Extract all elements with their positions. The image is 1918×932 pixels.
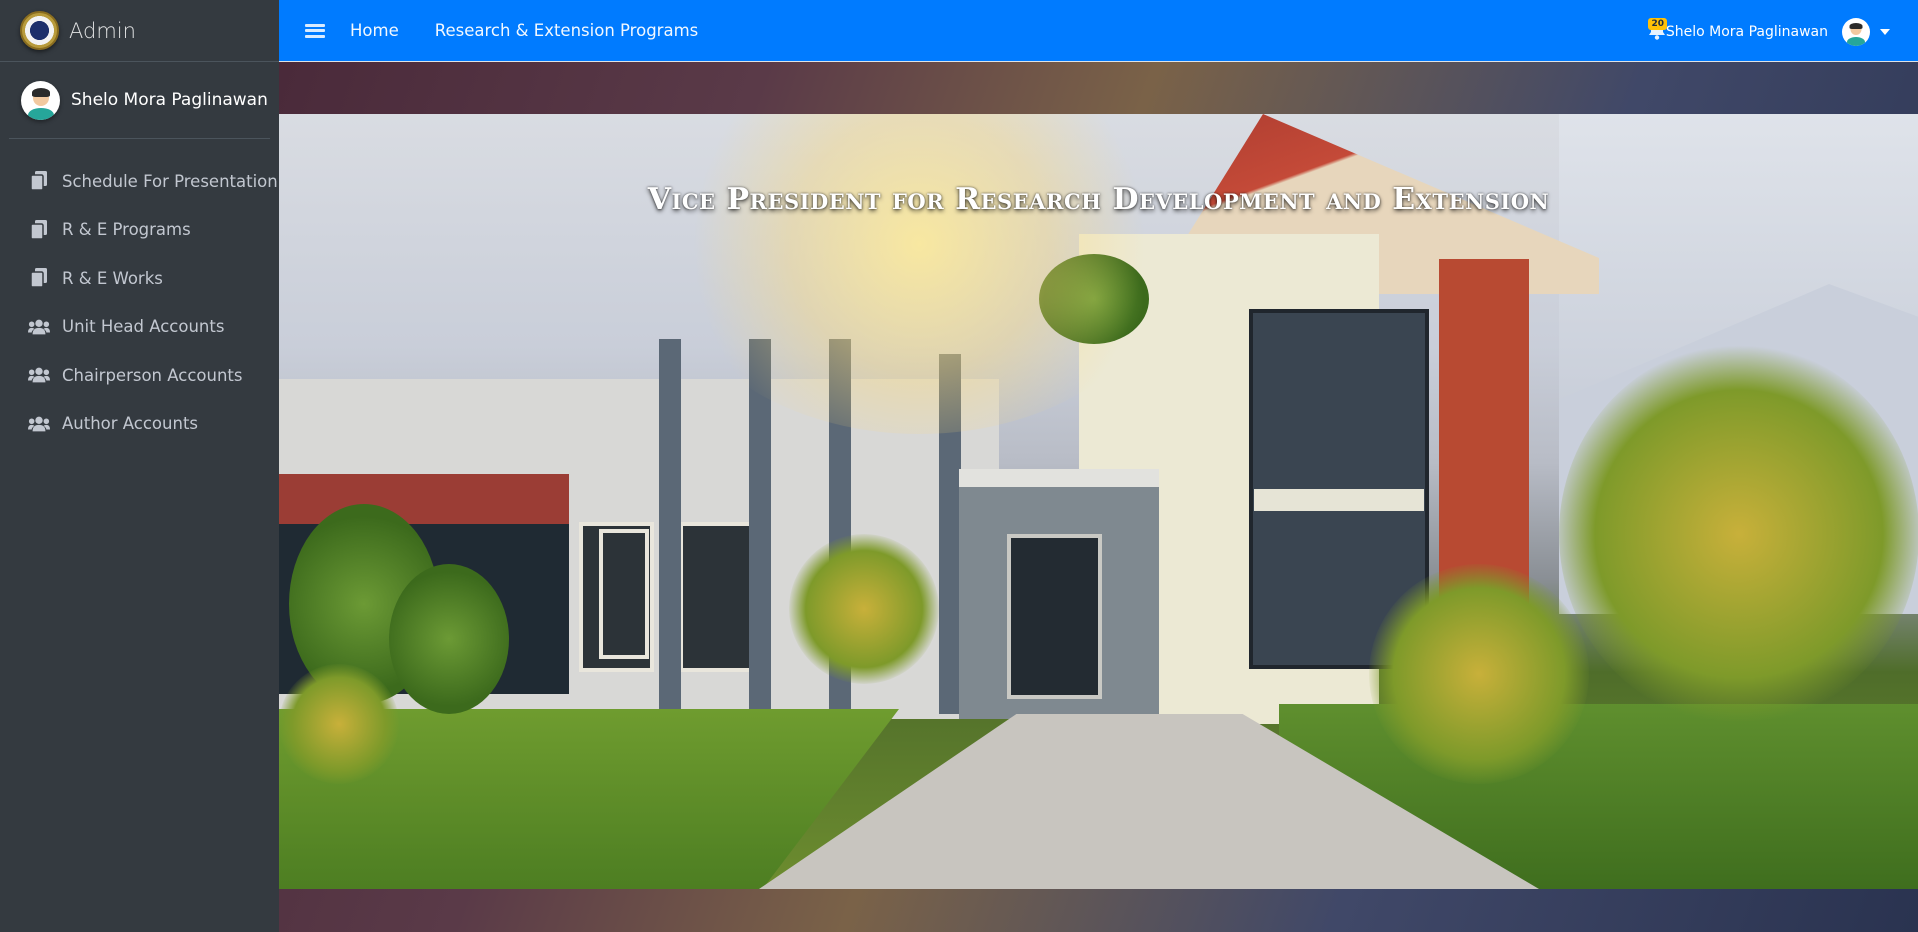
sidebar-user-panel[interactable]: Shelo Mora Paglinawan [9, 62, 270, 139]
sidebar-user-name: Shelo Mora Paglinawan [71, 90, 268, 110]
navbar-user-name: Shelo Mora Paglinawan [1665, 24, 1828, 40]
menu-toggle-icon[interactable] [305, 22, 325, 40]
sidebar-item-schedule-for-presentation[interactable]: Schedule For Presentation [0, 157, 279, 206]
sidebar-item-re-programs[interactable]: R & E Programs [0, 206, 279, 255]
main-navbar: Home Research & Extension Programs 20 Sh… [279, 0, 1918, 62]
sidebar-item-unit-head-accounts[interactable]: Unit Head Accounts [0, 303, 279, 352]
university-seal-icon [20, 11, 59, 50]
notification-badge: 20 [1648, 18, 1667, 30]
sidebar-item-re-works[interactable]: R & E Works [0, 254, 279, 303]
users-icon [28, 413, 50, 435]
user-menu-dropdown[interactable]: Shelo Mora Paglinawan [1666, 18, 1890, 46]
copy-icon [28, 170, 50, 192]
sidebar-item-label: R & E Programs [62, 220, 191, 240]
user-avatar [1842, 18, 1870, 46]
users-icon [28, 364, 50, 386]
hero-banner-image: Vice President for Research Development … [279, 114, 1918, 889]
brand-title: Admin [69, 18, 136, 43]
main-sidebar: Admin Shelo Mora Paglinawan Schedule For… [0, 0, 279, 932]
copy-icon [28, 267, 50, 289]
copy-icon [28, 219, 50, 241]
sidebar-item-label: Unit Head Accounts [62, 317, 225, 337]
sidebar-item-label: R & E Works [62, 268, 163, 288]
brand-link[interactable]: Admin [0, 0, 279, 62]
sidebar-item-chairperson-accounts[interactable]: Chairperson Accounts [0, 351, 279, 400]
caret-down-icon [1880, 29, 1890, 35]
content-wrapper: Vice President for Research Development … [279, 62, 1918, 932]
sidebar-item-label: Chairperson Accounts [62, 365, 243, 385]
nav-home-link[interactable]: Home [350, 21, 399, 40]
sidebar-nav: Schedule For Presentation R & E Programs… [0, 157, 279, 448]
nav-research-extension-link[interactable]: Research & Extension Programs [435, 21, 699, 40]
sidebar-item-label: Author Accounts [62, 414, 199, 434]
user-avatar [21, 80, 60, 120]
sidebar-item-label: Schedule For Presentation [62, 171, 278, 191]
hero-title: Vice President for Research Development … [647, 182, 1550, 217]
users-icon [28, 316, 50, 338]
sidebar-item-author-accounts[interactable]: Author Accounts [0, 400, 279, 449]
